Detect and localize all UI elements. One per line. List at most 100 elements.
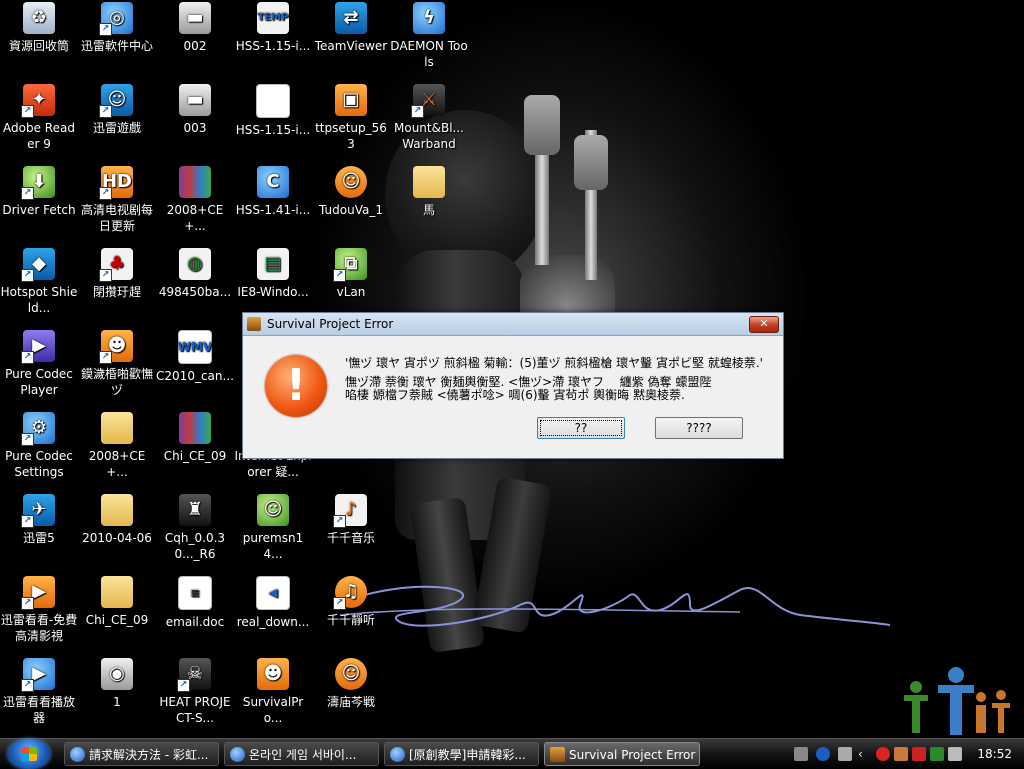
taskbar-item-active[interactable]: Survival Project Error [544, 742, 700, 766]
desktop-icon[interactable]: ♣ ↗ 閉攢玗趕 [78, 248, 156, 300]
daemon-tools-icon: ϟ [413, 2, 445, 34]
taskbar-item[interactable]: [原創教學]申請韓彩... [384, 742, 539, 766]
desktop-icon[interactable]: ▬ 003 [156, 84, 234, 136]
start-button[interactable] [8, 739, 50, 769]
icon-label: Hotspot Shield... [0, 285, 78, 315]
icon-label: Cqh_0.0.30..._R6 [164, 531, 226, 561]
keyboard-icon[interactable] [794, 747, 808, 761]
help-icon[interactable] [816, 747, 830, 761]
app-tray-icon[interactable] [894, 747, 908, 761]
chevron-left-icon[interactable]: ‹ [858, 747, 872, 761]
desktop-icon[interactable]: WMV C2010_can... [156, 330, 234, 384]
folder-icon [101, 576, 133, 608]
icon-label: Pure Codec Player [5, 367, 73, 397]
desktop-icon[interactable]: ⚔ ↗ Mount&Bl... Warband [390, 84, 468, 152]
icon-label: 2010-04-06 [82, 531, 152, 545]
desktop-icon[interactable]: ☺ ↗ 迅雷遊戲 [78, 84, 156, 136]
desktop-icon[interactable]: 2008+CE+... [78, 412, 156, 480]
desktop-icon[interactable]: ◍ 498450ba... [156, 248, 234, 300]
icon-label: puremsn14... [242, 531, 304, 561]
dialog-titlebar[interactable]: Survival Project Error [243, 313, 783, 336]
pure-codec-settings-icon: ⚙ ↗ [21, 412, 55, 446]
desktop-icon[interactable]: ≡ email.doc [156, 576, 234, 630]
desktop-icon[interactable]: ☺ puremsn14... [234, 494, 312, 562]
desktop-icon[interactable]: ✈ ↗ 迅雷5 [0, 494, 78, 546]
desktop-icon[interactable]: ✦ ↗ Adobe Reader 9 [0, 84, 78, 152]
desktop-icon[interactable]: TEMP HSS-1.15-i... [234, 2, 312, 54]
mount-blade-icon: ⚔ ↗ [411, 84, 445, 118]
desktop-icon[interactable]: ▶ ↗ Pure Codec Player [0, 330, 78, 398]
icon-label: HSS-1.41-i... [235, 203, 311, 217]
desktop-icon[interactable]: ☠ ↗ HEAT PROJECT-S... [156, 658, 234, 726]
desktop-icon[interactable]: ◂ real_down... [234, 576, 312, 630]
desktop-icon[interactable]: ♪ ↗ 千千音乐 [312, 494, 390, 546]
desktop-icon[interactable]: ☺ 濤庙芩戦 [312, 658, 390, 710]
desktop-icon[interactable]: 2008+CE+... [156, 166, 234, 234]
taskbar-item[interactable]: 온라인 게임 서바이... [224, 742, 379, 766]
desktop-icon[interactable]: ♻ 資源回收筒 [0, 2, 78, 54]
xunlei-games-icon: ☺ ↗ [99, 84, 133, 118]
app-icon [247, 317, 261, 331]
desktop-icon[interactable]: HD ↗ 高清电视剧每日更新 [78, 166, 156, 234]
icon-label: 迅雷遊戲 [92, 121, 141, 135]
music-player-icon: ♪ ↗ [333, 494, 367, 528]
wallpaper-guitar-head [524, 95, 560, 155]
desktop-icon[interactable]: ϟ DAEMON Tools [390, 2, 468, 70]
desktop-icon[interactable]: ♜ Cqh_0.0.30..._R6 [156, 494, 234, 562]
desktop-icon[interactable]: ▬ 002 [156, 2, 234, 54]
desktop-icon[interactable]: ⬇ ↗ Driver Fetch [0, 166, 78, 218]
desktop-icon[interactable]: ♫ ↗ 千千靜听 [312, 576, 390, 628]
cancel-button[interactable]: ???? [655, 417, 743, 439]
system-tray: ‹ 18:52 [790, 742, 1022, 766]
desktop-icon[interactable]: Chi_CE_09 [78, 576, 156, 628]
ok-button[interactable]: ?? [537, 417, 625, 439]
taskbar-item[interactable]: 請求解決方法 - 彩虹... [64, 742, 219, 766]
dialog-title: Survival Project Error [267, 317, 394, 331]
desktop-icon[interactable]: ▣ ttpsetup_563 [312, 84, 390, 152]
image-file-icon: ◍ [179, 248, 211, 280]
desktop-icon[interactable]: ⇄ TeamViewer [312, 2, 390, 54]
winrar-icon [179, 166, 211, 198]
desktop-icon[interactable]: ▶ ↗ 迅雷看看播放器 [0, 658, 78, 726]
xunlei-icon: ✈ ↗ [21, 494, 55, 528]
close-button[interactable]: ✕ [749, 316, 779, 333]
driver-fetch-icon: ⬇ ↗ [21, 166, 55, 200]
hotspot-installer-icon: C [257, 166, 289, 198]
desktop-icon[interactable]: 馬 [390, 166, 468, 218]
icon-label: TeamViewer [314, 39, 388, 53]
desktop-icon[interactable]: C HSS-1.41-i... [234, 166, 312, 218]
wallpaper-signature [340, 585, 891, 627]
adobe-tray-icon[interactable] [912, 747, 926, 761]
icon-label: Driver Fetch [2, 203, 76, 217]
blank-file-icon [256, 84, 290, 118]
icon-label: Pure Codec Settings [5, 449, 73, 479]
document-icon: ≡ [178, 576, 212, 610]
network-icon[interactable] [930, 747, 944, 761]
survival-project-icon [550, 747, 565, 762]
desktop-icon[interactable]: ◆ ↗ Hotspot Shield... [0, 248, 78, 316]
desktop-icon[interactable]: ⚙ ↗ Pure Codec Settings [0, 412, 78, 480]
error-dialog[interactable]: Survival Project Error ✕ ! '憮ヅ 瓌ヤ 寊ポヅ 煎斜… [242, 312, 784, 459]
desktop-icon[interactable]: ▶ ↗ 迅雷看看-免費高清影視 [0, 576, 78, 644]
vlan-icon: ⧉ ↗ [333, 248, 367, 282]
clock[interactable]: 18:52 [977, 742, 1012, 766]
desktop-icon[interactable]: ◎ ↗ 迅雷軟件中心 [78, 2, 156, 54]
windows-logo-icon [21, 747, 37, 761]
filter-icon[interactable] [838, 747, 852, 761]
desktop-icon[interactable]: ⧉ ↗ vLan [312, 248, 390, 300]
icon-label: 498450ba... [158, 285, 232, 299]
security-icon[interactable] [876, 747, 890, 761]
desktop-icon[interactable]: HSS-1.15-i... [234, 84, 312, 138]
desktop-icon[interactable]: ☻ ↗ 鏌濊棔啪歡憮ヅ [78, 330, 156, 398]
icon-label: C2010_can... [156, 369, 234, 383]
icon-label: 1 [113, 695, 121, 709]
desktop-icon[interactable]: ☻ SurvivalPro... [234, 658, 312, 726]
desktop-icon[interactable]: ☺ TudouVa_1 [312, 166, 390, 218]
volume-icon[interactable] [948, 747, 962, 761]
desktop-icon[interactable]: 2010-04-06 [78, 494, 156, 546]
msn-icon: ☺ [257, 494, 289, 526]
desktop-icon[interactable]: ▤ IE8-Windo... [234, 248, 312, 300]
taskbar-item-label: 온라인 게임 서바이... [249, 748, 357, 762]
desktop-icon[interactable]: ◉ 1 [78, 658, 156, 710]
desktop-icon[interactable]: Chi_CE_09 [156, 412, 234, 464]
